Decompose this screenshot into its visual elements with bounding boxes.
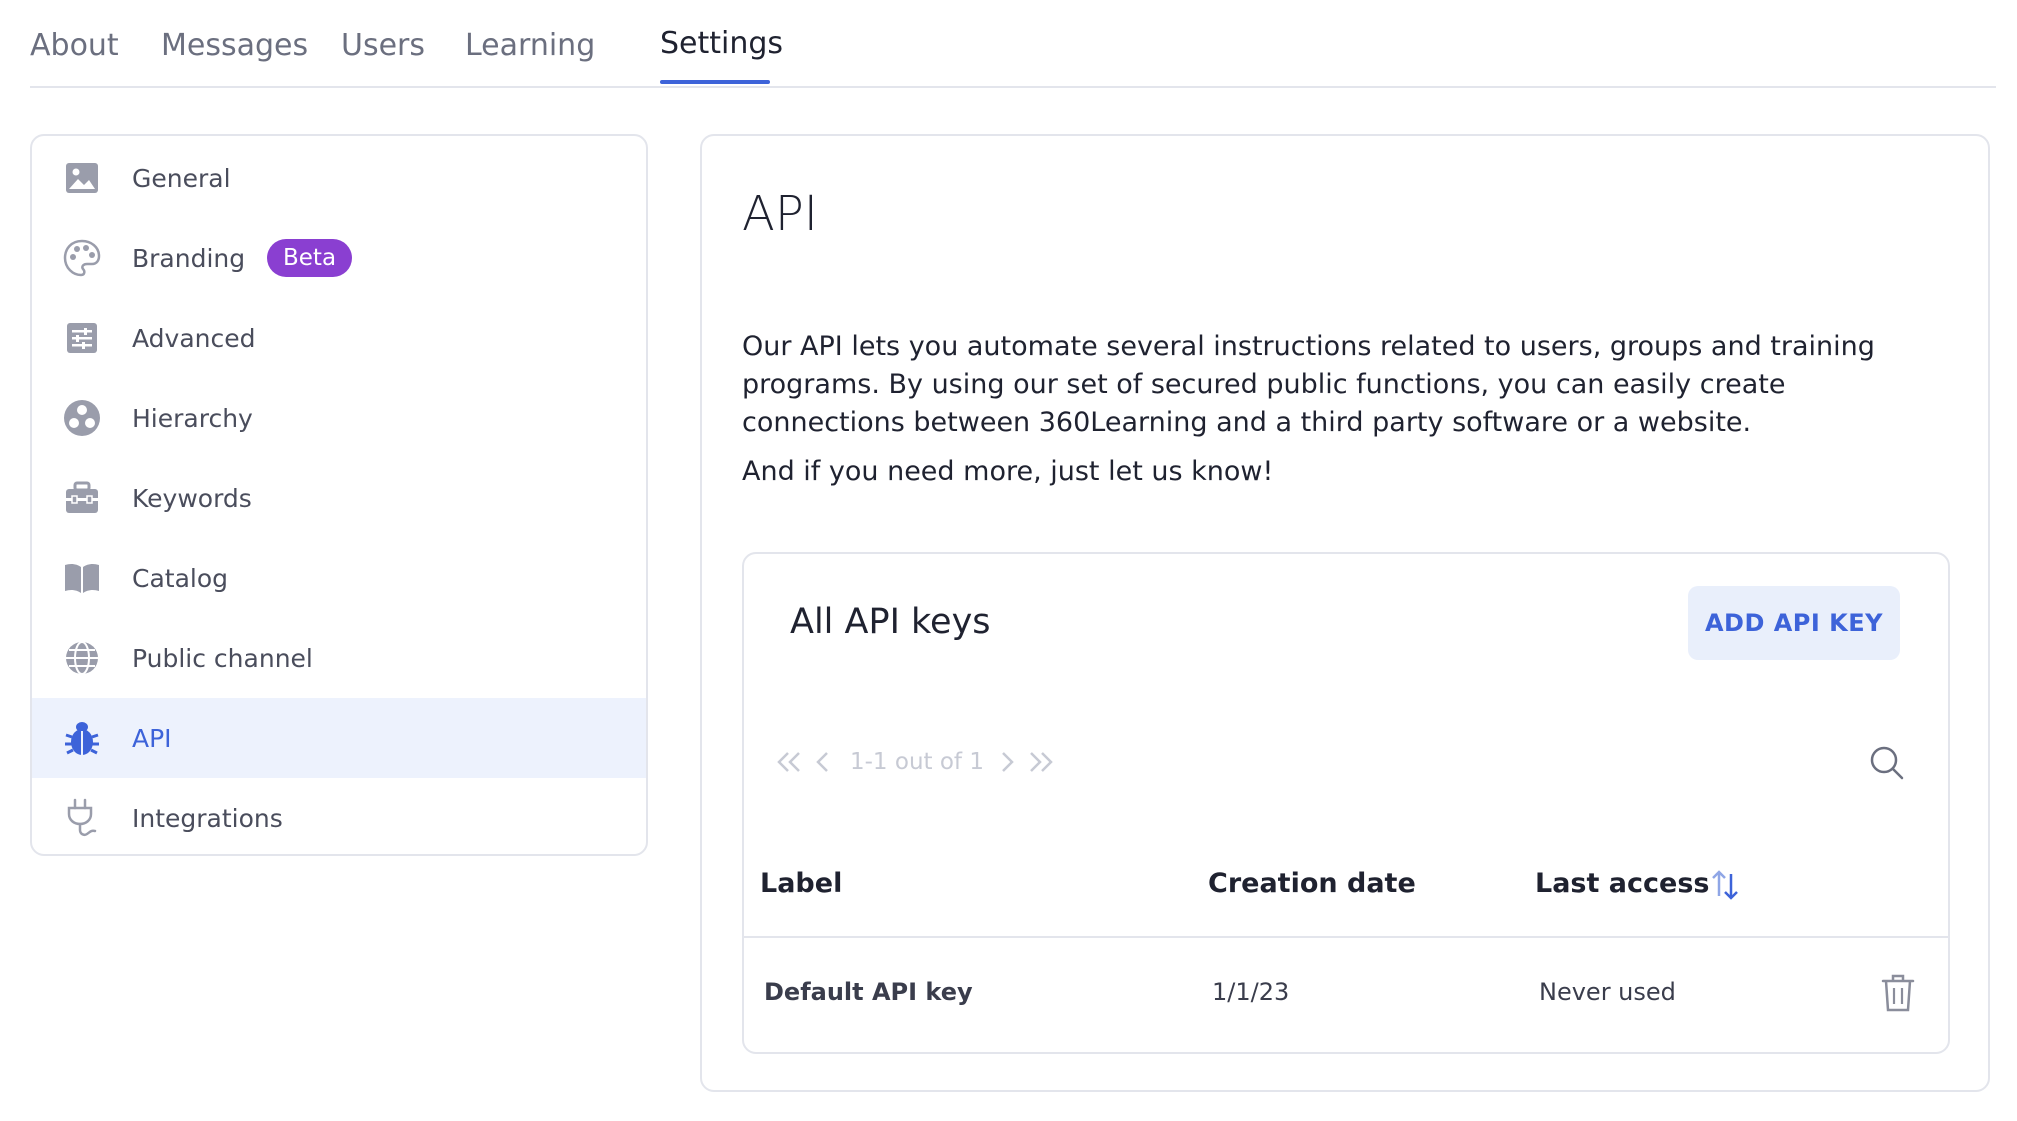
trash-icon[interactable] [1880, 973, 1916, 1013]
bug-icon [62, 718, 102, 758]
api-key-creation-date-cell: 1/1/23 [1212, 978, 1290, 1006]
sidebar-item-branding[interactable]: Branding Beta [32, 218, 646, 298]
sidebar-item-general[interactable]: General [32, 138, 646, 218]
api-key-last-access-cell: Never used [1539, 978, 1676, 1006]
sidebar-item-keywords[interactable]: Keywords [32, 458, 646, 538]
sliders-icon [62, 318, 102, 358]
pagination-label: 1-1 out of 1 [850, 749, 984, 775]
sidebar-item-label: Keywords [132, 483, 252, 513]
top-tabs: About Messages Users Learning Settings [30, 0, 1996, 88]
add-api-key-button[interactable]: ADD API KEY [1688, 586, 1900, 660]
api-panel: API Our API lets you automate several in… [700, 134, 1990, 1092]
column-header-creation-date: Creation date [1208, 868, 1416, 899]
table-header-divider [744, 936, 1948, 938]
sidebar-item-hierarchy[interactable]: Hierarchy [32, 378, 646, 458]
api-keys-card: All API keys ADD API KEY 1-1 out of 1 La… [742, 552, 1950, 1054]
api-key-label-cell: Default API key [764, 978, 973, 1006]
sidebar-item-label: Catalog [132, 563, 229, 593]
tab-about[interactable]: About [30, 28, 119, 63]
briefcase-icon [62, 478, 102, 518]
sidebar-item-integrations[interactable]: Integrations [32, 778, 646, 854]
api-description-followup: And if you need more, just let us know! [742, 456, 1274, 487]
book-icon [62, 558, 102, 598]
column-header-label: Label [760, 868, 843, 899]
sidebar-item-advanced[interactable]: Advanced [32, 298, 646, 378]
active-tab-indicator [660, 80, 770, 84]
beta-badge: Beta [267, 239, 353, 277]
column-header-last-access[interactable]: Last access [1535, 868, 1710, 899]
sort-icon[interactable] [1710, 868, 1740, 902]
sidebar-item-label: API [132, 723, 172, 753]
pagination: 1-1 out of 1 [774, 744, 1066, 780]
api-description: Our API lets you automate several instru… [742, 331, 1875, 438]
palette-icon [62, 238, 102, 278]
sidebar-item-label: Integrations [132, 803, 283, 833]
sidebar-item-label: Public channel [132, 643, 313, 673]
sidebar-item-api[interactable]: API [32, 698, 646, 778]
first-page-icon[interactable] [774, 750, 804, 774]
image-icon [62, 158, 102, 198]
sidebar-item-label: Branding [132, 243, 246, 273]
tab-settings[interactable]: Settings [660, 26, 783, 61]
tab-messages[interactable]: Messages [161, 28, 308, 63]
page-title: API [742, 186, 818, 242]
sidebar-item-label: General [132, 163, 231, 193]
globe-icon [62, 638, 102, 678]
next-page-icon[interactable] [998, 750, 1016, 774]
sidebar-item-catalog[interactable]: Catalog [32, 538, 646, 618]
tab-users[interactable]: Users [341, 28, 425, 63]
api-keys-title: All API keys [790, 602, 991, 642]
prev-page-icon[interactable] [814, 750, 832, 774]
search-icon[interactable] [1867, 743, 1907, 783]
sidebar-item-label: Hierarchy [132, 403, 253, 433]
last-page-icon[interactable] [1026, 750, 1056, 774]
tab-learning[interactable]: Learning [465, 28, 595, 63]
sidebar-item-label: Advanced [132, 323, 256, 353]
sidebar-item-public-channel[interactable]: Public channel [32, 618, 646, 698]
hierarchy-icon [62, 398, 102, 438]
settings-sidebar: General Branding Beta Advanced Hierarchy… [30, 134, 648, 856]
plug-icon [62, 798, 102, 838]
